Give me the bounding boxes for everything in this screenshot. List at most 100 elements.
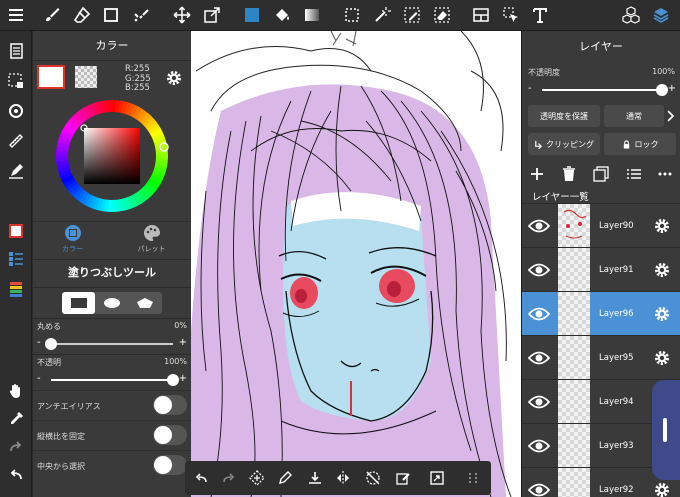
select-pen-icon[interactable] (400, 3, 424, 27)
lock-button[interactable]: ロック (604, 133, 676, 155)
layer-opacity-slider[interactable]: - + (528, 83, 676, 97)
roundness-minus-icon[interactable]: - (37, 337, 41, 349)
blend-mode-button[interactable]: 通常 (604, 105, 664, 127)
eye-icon[interactable] (528, 393, 550, 411)
operation-tool-icon[interactable] (499, 3, 523, 27)
redo-icon[interactable] (217, 466, 241, 490)
deselect-icon[interactable] (361, 466, 385, 490)
aspect-toggle[interactable] (153, 425, 187, 445)
polygon-icon[interactable] (129, 292, 162, 314)
undo-icon[interactable] (189, 466, 213, 490)
layer-row[interactable]: Layer91 (522, 247, 680, 292)
clear-selection-icon[interactable] (391, 466, 415, 490)
color-swatch-icon[interactable] (4, 219, 28, 243)
color-wheel[interactable] (54, 98, 170, 214)
select-eraser-icon[interactable] (430, 3, 454, 27)
layers-icon[interactable] (649, 3, 673, 27)
sub-color-swatch[interactable] (75, 66, 97, 88)
redo-icon[interactable] (4, 435, 28, 459)
bucket-tool-icon[interactable] (270, 3, 294, 27)
trash-icon[interactable] (560, 165, 578, 183)
eraser-tool-icon[interactable] (70, 3, 94, 27)
move-tool-icon[interactable] (170, 3, 194, 27)
roundness-knob[interactable] (45, 338, 57, 350)
ellipse-icon[interactable] (95, 292, 128, 314)
gear-icon[interactable] (165, 69, 183, 87)
text-tool-icon[interactable] (528, 3, 552, 27)
undo-icon[interactable] (4, 463, 28, 487)
protect-alpha-button[interactable]: 透明度を保護 (528, 105, 600, 127)
gear-icon[interactable] (653, 305, 671, 323)
file-icon[interactable] (4, 39, 28, 63)
pen-settings-icon[interactable] (4, 159, 28, 183)
transform-icon[interactable] (245, 466, 269, 490)
scroll-handle[interactable] (652, 380, 680, 480)
lock-icon (622, 139, 631, 149)
opacity-slider[interactable]: - + (37, 373, 187, 387)
antialias-toggle[interactable] (153, 395, 187, 415)
ruler-icon[interactable] (4, 129, 28, 153)
fullscreen-icon[interactable] (425, 466, 449, 490)
layer-list-icon[interactable] (4, 247, 28, 271)
select-tool-icon[interactable] (340, 3, 364, 27)
materials-icon[interactable] (619, 3, 643, 27)
opacity-minus-icon[interactable]: - (37, 373, 41, 385)
grip-icon[interactable] (461, 466, 485, 490)
layer-opacity-minus-icon[interactable]: - (528, 83, 532, 95)
more-icon[interactable] (656, 165, 674, 183)
layer-row[interactable]: Layer96 (522, 291, 680, 336)
chevron-right-icon[interactable] (665, 109, 677, 123)
tab-palette[interactable]: パレット (112, 224, 191, 258)
layer-opacity-value: 100% (652, 67, 675, 76)
eyedropper-icon[interactable] (4, 407, 28, 431)
tab-color[interactable]: カラー (33, 224, 112, 258)
gear-icon[interactable] (653, 349, 671, 367)
rectangle-icon[interactable] (62, 292, 96, 314)
dot-pen-tool-icon[interactable] (129, 3, 153, 27)
layer-opacity-knob[interactable] (656, 84, 668, 96)
brush-palette-icon[interactable] (4, 277, 28, 301)
eye-icon[interactable] (528, 437, 550, 455)
gear-icon[interactable] (653, 481, 671, 497)
rotate-icon[interactable] (4, 99, 28, 123)
eye-icon[interactable] (528, 305, 550, 323)
opacity-plus-icon[interactable]: + (179, 373, 187, 385)
brush-tool-icon[interactable] (40, 3, 64, 27)
magic-wand-icon[interactable] (370, 3, 394, 27)
layer-list-icon[interactable] (625, 165, 643, 183)
opacity-label: 不透明 (37, 358, 61, 367)
layer-opacity-plus-icon[interactable]: + (668, 83, 676, 95)
layer-row[interactable]: Layer95 (522, 335, 680, 380)
shape-tool-icon[interactable] (99, 3, 123, 27)
drawing-canvas[interactable] (191, 31, 521, 497)
download-icon[interactable] (303, 466, 327, 490)
pen-icon[interactable] (273, 466, 297, 490)
selection-icon[interactable] (4, 69, 28, 93)
layer-row[interactable]: Layer90 (522, 203, 680, 248)
eye-icon[interactable] (528, 261, 550, 279)
main-color-swatch[interactable] (37, 65, 65, 89)
eye-icon[interactable] (528, 481, 550, 497)
eye-icon[interactable] (528, 217, 550, 235)
duplicate-layer-icon[interactable] (592, 165, 610, 183)
roundness-plus-icon[interactable]: + (179, 337, 187, 349)
frame-divide-icon[interactable] (469, 3, 493, 27)
transform-tool-icon[interactable] (200, 3, 224, 27)
layer-name: Layer96 (599, 309, 634, 319)
gear-icon[interactable] (653, 261, 671, 279)
toggle-row-antialias: アンチエイリアス (33, 390, 191, 420)
flip-icon[interactable] (331, 466, 355, 490)
center-toggle[interactable] (153, 455, 187, 475)
gear-icon[interactable] (653, 217, 671, 235)
eye-icon[interactable] (528, 349, 550, 367)
opacity-knob[interactable] (167, 374, 179, 386)
roundness-slider[interactable]: - + (37, 337, 187, 351)
menu-icon[interactable] (4, 3, 28, 27)
hand-icon[interactable] (4, 379, 28, 403)
add-layer-icon[interactable] (528, 165, 546, 183)
clipping-button[interactable]: クリッピング (528, 133, 600, 155)
layer-thumbnail (558, 204, 590, 248)
fill-tool-icon[interactable] (240, 3, 264, 27)
layer-name: Layer95 (599, 353, 634, 363)
gradient-tool-icon[interactable] (300, 3, 324, 27)
